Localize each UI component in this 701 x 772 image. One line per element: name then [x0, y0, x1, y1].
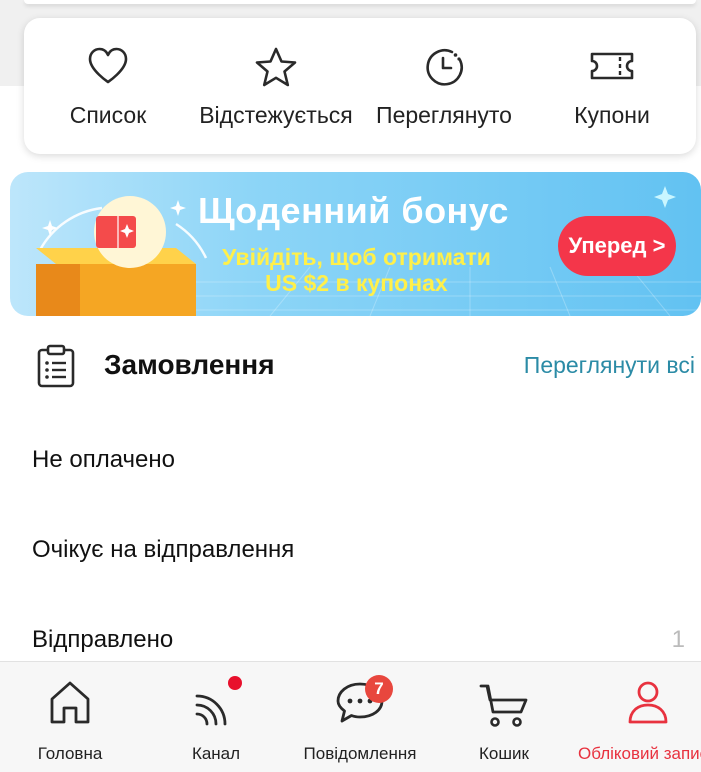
quick-link-wishlist[interactable]: Список: [36, 18, 180, 154]
history-clock-icon: [426, 49, 463, 86]
orders-clipboard-icon: [37, 344, 75, 388]
account-icon: [628, 681, 668, 724]
previous-card-edge: [24, 0, 696, 4]
order-status-shipped[interactable]: Відправлено: [32, 626, 173, 654]
banner-go-button[interactable]: Уперед >: [558, 216, 676, 276]
nav-home[interactable]: Головна: [2, 662, 138, 772]
home-icon: [50, 681, 90, 724]
messages-unread-badge: 7: [365, 675, 393, 703]
order-status-unpaid[interactable]: Не оплачено: [32, 446, 175, 474]
quick-link-label: Переглянуто: [376, 102, 512, 128]
quick-link-viewed[interactable]: Переглянуто: [368, 18, 520, 154]
nav-label: Головна: [37, 744, 103, 763]
nav-messages[interactable]: Повідомлення: [292, 662, 428, 772]
nav-label: Кошик: [479, 744, 529, 763]
cart-icon: [479, 684, 528, 727]
orders-view-all-link[interactable]: Переглянути всі: [524, 352, 695, 379]
orders-title: Замовлення: [104, 349, 275, 380]
quick-link-followed[interactable]: Відстежується: [192, 18, 360, 154]
banner-title: Щоденний бонус: [198, 190, 509, 231]
banner-subtitle: Увійдіть, щоб отримати US $2 в купонах: [222, 244, 491, 296]
quick-link-label: Відстежується: [199, 102, 353, 128]
quick-link-label: Список: [69, 102, 147, 128]
nav-feed[interactable]: Канал: [148, 662, 284, 772]
coupon-ticket-icon: [590, 52, 634, 80]
nav-label: Канал: [191, 744, 241, 763]
order-status-shipped-count: 1: [671, 626, 685, 653]
quick-link-coupons[interactable]: Купони: [544, 18, 680, 154]
order-status-awaiting-shipment[interactable]: Очікує на відправлення: [32, 536, 294, 564]
banner-subtitle-line1: Увійдіть, щоб отримати: [222, 244, 491, 270]
nav-label: Повідомлення: [303, 744, 417, 763]
nav-cart[interactable]: Кошик: [436, 662, 572, 772]
banner-subtitle-line2: US $2 в купонах: [265, 270, 448, 296]
quick-link-label: Купони: [574, 102, 650, 128]
bottom-navigation: Головна Канал Повідомлення Кошик Обліков…: [0, 661, 701, 772]
star-icon: [255, 47, 297, 87]
nav-account[interactable]: Обліковий запис: [578, 662, 701, 772]
heart-icon: [88, 47, 128, 84]
nav-label: Обліковий запис: [578, 744, 701, 763]
quick-links-card: Список Відстежується Переглянуто Купони: [24, 18, 696, 154]
feed-notification-dot: [228, 676, 242, 690]
